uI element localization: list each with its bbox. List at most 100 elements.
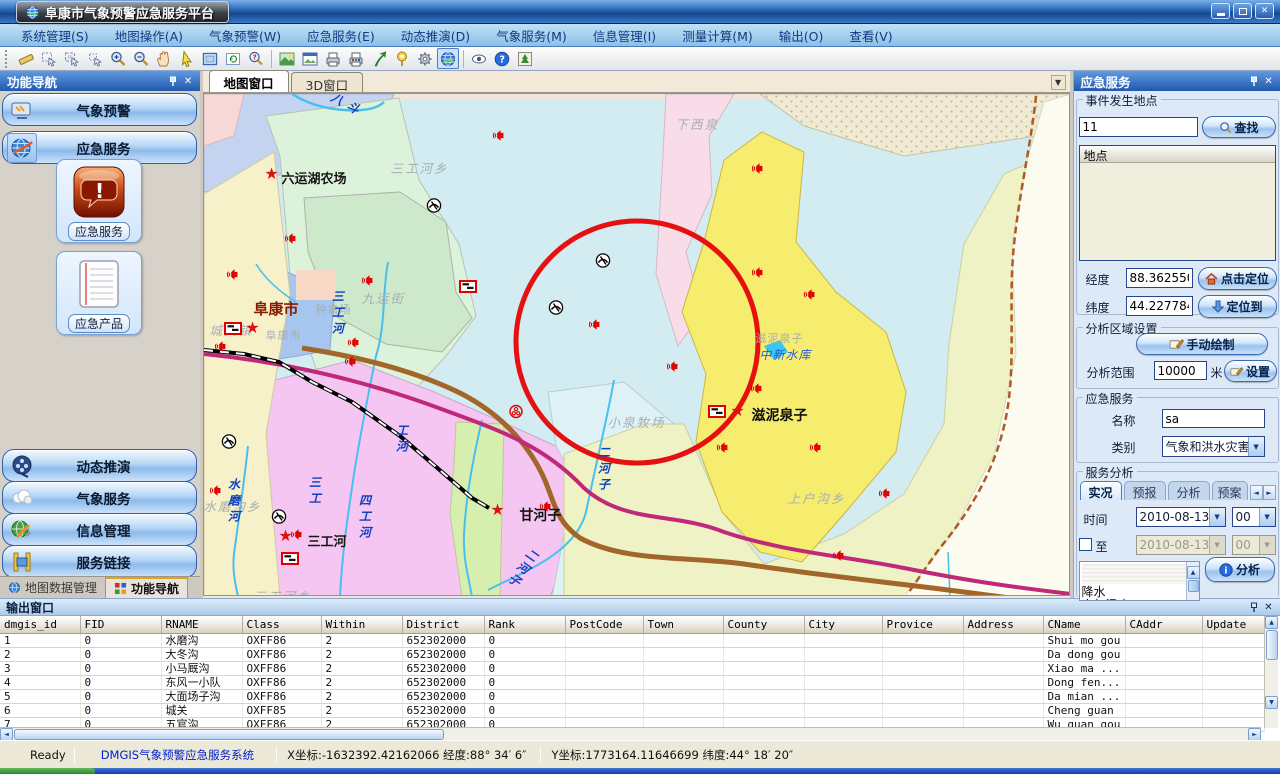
scroll-right-icon[interactable]: ►: [1248, 728, 1261, 741]
output-hscrollbar[interactable]: ◄ ►: [0, 727, 1261, 740]
chevron-down-icon[interactable]: ▼: [1259, 508, 1275, 526]
tab-overflow-button[interactable]: ▼: [1051, 75, 1066, 90]
menu-item[interactable]: 系统管理(S): [8, 23, 102, 48]
column-header[interactable]: dmgis_id: [0, 616, 80, 633]
tab-plan[interactable]: 预案: [1212, 481, 1248, 500]
goto-location-button[interactable]: 定位到: [1198, 295, 1277, 318]
hour2-combobox[interactable]: 00 ▼: [1232, 535, 1276, 555]
service-name-input[interactable]: [1162, 409, 1265, 428]
to-checkbox[interactable]: [1079, 538, 1092, 551]
sidebar-item-dynamic-deduction[interactable]: 动态推演: [2, 449, 197, 482]
column-header[interactable]: Provice: [882, 616, 963, 633]
pin-icon[interactable]: [1246, 74, 1261, 88]
column-header[interactable]: City: [804, 616, 882, 633]
toolbar-grip[interactable]: [5, 50, 11, 68]
column-header[interactable]: District: [402, 616, 484, 633]
list-item[interactable]: 空气温度: [1080, 599, 1185, 601]
service-type-combobox[interactable]: 气象和洪水灾害 ▼: [1162, 436, 1265, 457]
print-icon[interactable]: [322, 48, 344, 69]
poi-pin-icon[interactable]: [391, 48, 413, 69]
table-row[interactable]: 60城关OXFF8526523020000Cheng guan: [0, 703, 1264, 717]
column-header[interactable]: Update: [1202, 616, 1264, 633]
zoom-in-icon[interactable]: [107, 48, 129, 69]
select-free-icon[interactable]: [61, 48, 83, 69]
scroll-down-icon[interactable]: ▼: [1265, 696, 1278, 709]
visibility-eye-icon[interactable]: [468, 48, 490, 69]
pointer-icon[interactable]: [176, 48, 198, 69]
tab-analysis[interactable]: 分析: [1168, 481, 1210, 500]
column-header[interactable]: Rank: [484, 616, 565, 633]
identify-icon[interactable]: ?: [245, 48, 267, 69]
column-header[interactable]: County: [723, 616, 804, 633]
tab-forecast[interactable]: 预报: [1124, 481, 1166, 500]
sidebar-item-weather-warning[interactable]: 气象预警: [2, 93, 197, 126]
tab-map-window[interactable]: 地图窗口: [209, 70, 289, 92]
hour-combobox[interactable]: 00 ▼: [1232, 507, 1276, 527]
element-listbox[interactable]: 降水空气温度 ▲: [1079, 561, 1200, 601]
minimize-button[interactable]: [1211, 3, 1230, 19]
column-header[interactable]: Class: [242, 616, 321, 633]
map-canvas[interactable]: 六运湖农场三工河乡下西泉阜康市城关镇阜康市种禽场九运街滋泥泉子中新水库滋泥泉子小…: [203, 93, 1070, 596]
emergency-product-tool-button[interactable]: 应急产品: [56, 251, 142, 335]
close-icon[interactable]: ✕: [1261, 74, 1276, 88]
table-row[interactable]: 40东风一小队OXFF8626523020000Dong fen...: [0, 675, 1264, 689]
column-header[interactable]: FID: [80, 616, 161, 633]
menu-item[interactable]: 查看(V): [836, 23, 905, 48]
zoom-out-icon[interactable]: [130, 48, 152, 69]
menu-item[interactable]: 测量计算(M): [669, 23, 766, 48]
scrollbar-thumb[interactable]: [14, 729, 444, 740]
emergency-service-tool-button[interactable]: ! 应急服务: [56, 159, 142, 243]
menu-item[interactable]: 地图操作(A): [102, 23, 196, 48]
globe-tool-icon[interactable]: [437, 48, 459, 69]
menu-item[interactable]: 气象服务(M): [483, 23, 580, 48]
close-icon[interactable]: ✕: [1261, 600, 1276, 614]
refresh-icon[interactable]: [222, 48, 244, 69]
close-button[interactable]: ✕: [1255, 3, 1274, 19]
analyze-button[interactable]: i 分析: [1205, 557, 1275, 582]
latitude-input[interactable]: [1126, 296, 1193, 316]
output-vscrollbar[interactable]: ▲ ▼: [1264, 616, 1278, 728]
table-row[interactable]: 30小马厩沟OXFF8626523020000Xiao ma ...: [0, 661, 1264, 675]
scrollbar-thumb[interactable]: [1266, 630, 1278, 660]
full-extent-icon[interactable]: [199, 48, 221, 69]
set-range-button[interactable]: 设置: [1224, 360, 1277, 382]
column-header[interactable]: RNAME: [161, 616, 242, 633]
table-row[interactable]: 10水磨沟OXFF8626523020000Shui mo gou: [0, 633, 1264, 647]
green-arrow-icon[interactable]: [368, 48, 390, 69]
pin-icon[interactable]: [1246, 600, 1261, 614]
search-button[interactable]: 查找: [1202, 116, 1276, 138]
help-icon[interactable]: ?: [491, 48, 513, 69]
print-color-icon[interactable]: [345, 48, 367, 69]
menu-item[interactable]: 输出(O): [766, 23, 837, 48]
manual-draw-button[interactable]: 手动绘制: [1136, 333, 1268, 355]
pin-icon[interactable]: [166, 74, 181, 88]
date2-combobox[interactable]: 2010-08-13 ▼: [1136, 535, 1226, 555]
date-combobox[interactable]: 2010-08-13 ▼: [1136, 507, 1226, 527]
tab-3d-window[interactable]: 3D窗口: [291, 72, 364, 92]
tab-scroll-right-icon[interactable]: ►: [1263, 485, 1276, 500]
scrollbar-thumb[interactable]: [1188, 580, 1199, 592]
scroll-up-icon[interactable]: ▲: [1187, 566, 1200, 579]
table-row[interactable]: 50大面场子沟OXFF8626523020000Da mian ...: [0, 689, 1264, 703]
menu-item[interactable]: 应急服务(E): [294, 23, 388, 48]
location-search-input[interactable]: [1079, 117, 1198, 137]
pan-icon[interactable]: [153, 48, 175, 69]
table-row[interactable]: 20大冬沟OXFF8626523020000Da dong gou: [0, 647, 1264, 661]
menu-item[interactable]: 信息管理(I): [580, 23, 669, 48]
scroll-up-icon[interactable]: ▲: [1265, 616, 1278, 629]
select-point-icon[interactable]: [84, 48, 106, 69]
select-rect-icon[interactable]: [38, 48, 60, 69]
longitude-input[interactable]: [1126, 268, 1193, 288]
scroll-left-icon[interactable]: ◄: [0, 728, 13, 741]
export-map-icon[interactable]: [276, 48, 298, 69]
restore-button[interactable]: [1233, 3, 1252, 19]
close-icon[interactable]: ✕: [181, 74, 196, 88]
layer-export-icon[interactable]: [514, 48, 536, 69]
chevron-down-icon[interactable]: ▼: [1209, 508, 1225, 526]
column-header[interactable]: Town: [643, 616, 723, 633]
click-locate-button[interactable]: 点击定位: [1198, 267, 1277, 290]
capture-icon[interactable]: [299, 48, 321, 69]
column-header[interactable]: Within: [321, 616, 402, 633]
listbox-scrollbar[interactable]: ▲: [1186, 562, 1199, 600]
tab-scroll-left-icon[interactable]: ◄: [1250, 485, 1263, 500]
